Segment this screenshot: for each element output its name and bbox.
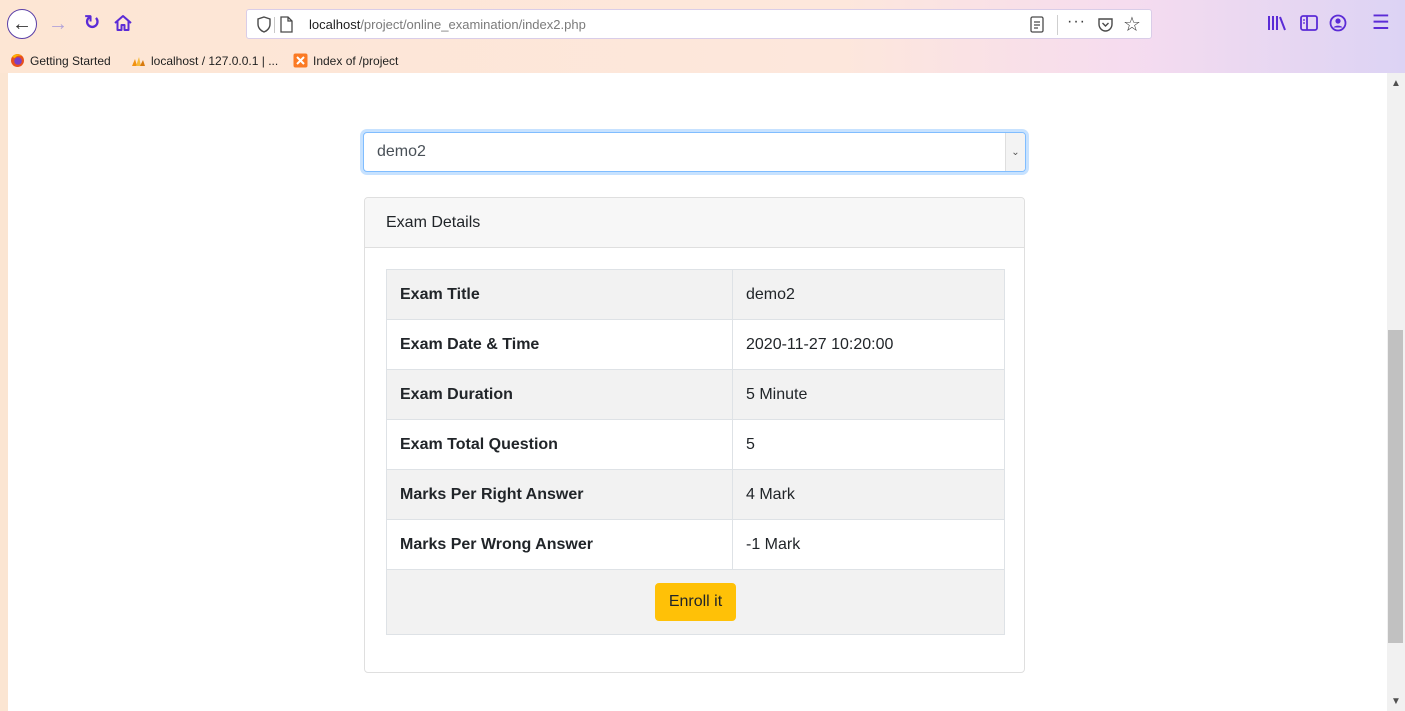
chevron-down-icon[interactable]: ⌄ <box>1005 133 1025 171</box>
row-value: -1 Mark <box>732 519 1005 570</box>
exam-details-table: Exam Title demo2 Exam Date & Time 2020-1… <box>386 269 1005 635</box>
bookmark-index-project[interactable]: Index of /project <box>293 53 398 68</box>
pocket-icon[interactable] <box>1097 16 1114 33</box>
reload-icon: ↻ <box>83 12 101 34</box>
exam-details-card: Exam Details Exam Title demo2 Exam Date … <box>364 197 1025 673</box>
firefox-icon <box>11 54 24 67</box>
reload-button[interactable]: ↻ <box>80 11 104 35</box>
arrow-left-icon: ← <box>12 13 32 35</box>
library-icon[interactable] <box>1266 12 1288 34</box>
table-row: Exam Title demo2 <box>386 269 1005 320</box>
action-cell: Enroll it <box>386 569 1005 635</box>
row-label: Exam Title <box>386 269 733 320</box>
page-scrollbar[interactable]: ▲ ▼ <box>1387 73 1405 711</box>
exam-select[interactable]: demo2 ⌄ <box>363 132 1026 172</box>
action-row: Enroll it <box>386 569 1005 635</box>
page-actions-more-icon[interactable]: ··· <box>1067 13 1086 31</box>
row-label: Exam Total Question <box>386 419 733 470</box>
enroll-button[interactable]: Enroll it <box>654 583 737 621</box>
table-row: Marks Per Wrong Answer -1 Mark <box>386 519 1005 570</box>
row-value: 5 Minute <box>732 369 1005 420</box>
bookmark-localhost[interactable]: localhost / 127.0.0.1 | ... <box>131 53 278 68</box>
url-host: localhost <box>309 17 361 32</box>
table-row: Marks Per Right Answer 4 Mark <box>386 469 1005 520</box>
xampp-icon <box>293 53 308 68</box>
browser-chrome: ← → ↻ localhost/project/online_examinati… <box>0 0 1405 73</box>
table-row: Exam Duration 5 Minute <box>386 369 1005 420</box>
url-bar[interactable]: localhost/project/online_examination/ind… <box>246 9 1152 39</box>
row-value: 5 <box>732 419 1005 470</box>
row-label: Exam Duration <box>386 369 733 420</box>
page-info-icon[interactable] <box>280 16 293 33</box>
bookmark-label: Index of /project <box>313 53 399 68</box>
scroll-up-icon[interactable]: ▲ <box>1387 75 1405 91</box>
card-header: Exam Details <box>365 198 1024 248</box>
row-label: Marks Per Wrong Answer <box>386 519 733 570</box>
card-title: Exam Details <box>386 214 481 231</box>
hamburger-menu-icon[interactable]: ☰ <box>1372 12 1394 34</box>
navigation-toolbar: ← → ↻ localhost/project/online_examinati… <box>0 0 1405 46</box>
url-path: /project/online_examination/index2.php <box>360 17 586 32</box>
arrow-right-icon: → <box>48 13 68 35</box>
sidebar-icon[interactable] <box>1298 12 1320 34</box>
forward-button[interactable]: → <box>46 12 70 36</box>
scrollbar-thumb[interactable] <box>1388 330 1403 643</box>
url-text[interactable]: localhost/project/online_examination/ind… <box>309 17 586 32</box>
bookmark-label: localhost / 127.0.0.1 | ... <box>151 53 279 68</box>
row-value: 2020-11-27 10:20:00 <box>732 319 1005 370</box>
exam-select-value: demo2 <box>377 143 426 160</box>
phpmyadmin-icon <box>132 57 145 66</box>
back-button[interactable]: ← <box>7 9 37 39</box>
home-button[interactable] <box>110 11 136 35</box>
row-label: Exam Date & Time <box>386 319 733 370</box>
reader-view-icon[interactable] <box>1030 16 1044 33</box>
url-separator <box>274 17 275 33</box>
url-actions-divider <box>1057 15 1058 35</box>
tracking-shield-icon[interactable] <box>257 16 271 33</box>
table-row: Exam Total Question 5 <box>386 419 1005 470</box>
bookmark-label: Getting Started <box>30 53 111 68</box>
page-viewport: demo2 ⌄ Exam Details Exam Title demo2 Ex… <box>8 73 1387 711</box>
scroll-down-icon[interactable]: ▼ <box>1387 693 1405 709</box>
account-icon[interactable] <box>1327 12 1349 34</box>
row-value: demo2 <box>732 269 1005 320</box>
bookmark-star-icon[interactable]: ☆ <box>1123 12 1141 37</box>
row-label: Marks Per Right Answer <box>386 469 733 520</box>
bookmark-getting-started[interactable]: Getting Started <box>10 53 111 68</box>
home-icon <box>114 15 132 31</box>
row-value: 4 Mark <box>732 469 1005 520</box>
table-row: Exam Date & Time 2020-11-27 10:20:00 <box>386 319 1005 370</box>
bookmarks-toolbar: Getting Started localhost / 127.0.0.1 | … <box>0 50 1405 72</box>
